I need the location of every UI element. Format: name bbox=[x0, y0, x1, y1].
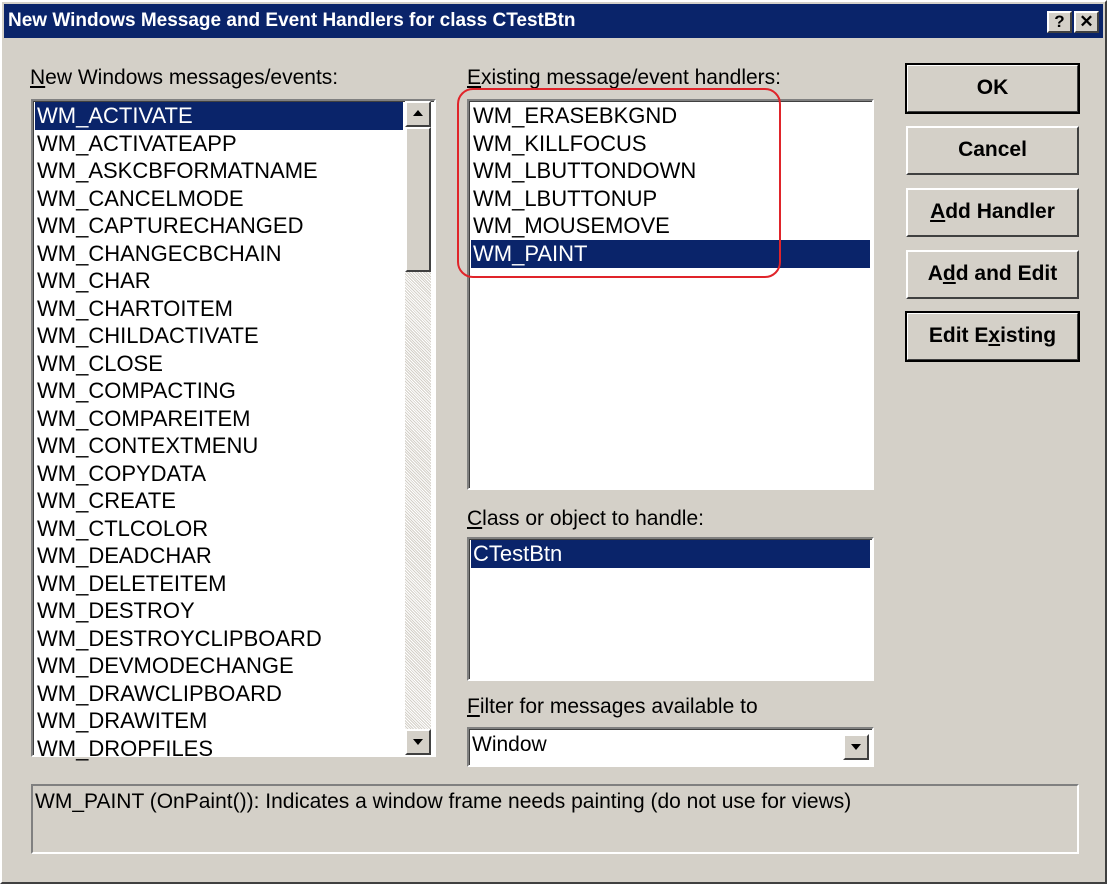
class-object-label-text: lass or object to handle: bbox=[482, 507, 704, 530]
list-item[interactable]: WM_CHILDACTIVATE bbox=[35, 322, 403, 350]
messages-label: New Windows messages/events: bbox=[30, 66, 338, 90]
add-and-edit-label: d and Edit bbox=[955, 262, 1058, 285]
list-item[interactable]: WM_CONTEXTMENU bbox=[35, 432, 403, 460]
help-button[interactable]: ? bbox=[1047, 11, 1072, 33]
filter-label: Filter for messages available to bbox=[467, 695, 758, 719]
list-item[interactable]: WM_LBUTTONUP bbox=[471, 185, 870, 213]
add-and-edit-label-pre: A bbox=[927, 262, 943, 285]
list-item[interactable]: WM_COMPAREITEM bbox=[35, 405, 403, 433]
dialog-window: New Windows Message and Event Handlers f… bbox=[0, 0, 1107, 884]
add-handler-mnemonic: A bbox=[930, 200, 946, 223]
edit-existing-button[interactable]: Edit Existing bbox=[905, 311, 1080, 362]
description-text: WM_PAINT (OnPaint()): Indicates a window… bbox=[35, 790, 852, 813]
handlers-label-mnemonic: E bbox=[467, 66, 482, 89]
list-item[interactable]: WM_ASKCBFORMATNAME bbox=[35, 157, 403, 185]
list-item[interactable]: WM_CHANGECBCHAIN bbox=[35, 240, 403, 268]
messages-label-text: ew Windows messages/events: bbox=[45, 66, 339, 89]
filter-dropdown-button[interactable] bbox=[843, 734, 869, 760]
filter-value: Window bbox=[472, 733, 547, 756]
chevron-down-icon bbox=[851, 744, 861, 750]
list-item[interactable]: WM_DESTROY bbox=[35, 597, 403, 625]
list-item[interactable]: WM_DEVMODECHANGE bbox=[35, 652, 403, 680]
list-item[interactable]: WM_LBUTTONDOWN bbox=[471, 157, 870, 185]
edit-existing-mnemonic: x bbox=[988, 324, 1001, 347]
description-panel: WM_PAINT (OnPaint()): Indicates a window… bbox=[31, 784, 1079, 854]
list-item[interactable]: CTestBtn bbox=[471, 540, 870, 568]
list-item[interactable]: WM_CLOSE bbox=[35, 350, 403, 378]
list-item[interactable]: WM_CHARTOITEM bbox=[35, 295, 403, 323]
list-item[interactable]: WM_CHAR bbox=[35, 267, 403, 295]
list-item[interactable]: WM_COPYDATA bbox=[35, 460, 403, 488]
class-object-listbox[interactable]: CTestBtn bbox=[467, 537, 874, 681]
list-item[interactable]: WM_ACTIVATEAPP bbox=[35, 130, 403, 158]
ok-button[interactable]: OK bbox=[905, 63, 1080, 114]
arrow-down-icon bbox=[413, 739, 423, 745]
list-item[interactable]: WM_MOUSEMOVE bbox=[471, 212, 870, 240]
handlers-label: Existing message/event handlers: bbox=[467, 66, 781, 90]
list-item[interactable]: WM_CREATE bbox=[35, 487, 403, 515]
list-item[interactable]: WM_KILLFOCUS bbox=[471, 130, 870, 158]
scroll-up-button[interactable] bbox=[405, 101, 431, 127]
edit-existing-label-pre: Edit E bbox=[928, 324, 989, 347]
class-object-label-mnemonic: C bbox=[467, 507, 483, 530]
list-item[interactable]: WM_CANCELMODE bbox=[35, 185, 403, 213]
messages-listbox[interactable]: WM_ACTIVATE WM_ACTIVATEAPP WM_ASKCBFORMATN… bbox=[31, 99, 436, 761]
add-handler-button[interactable]: Add Handler bbox=[906, 188, 1079, 237]
scroll-down-button[interactable] bbox=[405, 729, 431, 755]
arrow-up-icon bbox=[413, 110, 423, 116]
add-and-edit-mnemonic: d bbox=[942, 262, 956, 285]
add-handler-label: dd Handler bbox=[945, 200, 1055, 223]
filter-label-mnemonic: F bbox=[467, 695, 480, 718]
list-item[interactable]: WM_DROPFILES bbox=[35, 735, 403, 763]
scroll-thumb[interactable] bbox=[405, 127, 431, 272]
list-item[interactable]: WM_CAPTURECHANGED bbox=[35, 212, 403, 240]
messages-scrollbar[interactable] bbox=[405, 101, 431, 755]
list-item[interactable]: WM_DRAWCLIPBOARD bbox=[35, 680, 403, 708]
list-item[interactable]: WM_PAINT bbox=[471, 239, 870, 268]
handlers-label-text: xisting message/event handlers: bbox=[481, 66, 782, 89]
cancel-button[interactable]: Cancel bbox=[906, 126, 1079, 175]
list-item[interactable]: WM_DELETEITEM bbox=[35, 570, 403, 598]
list-item[interactable]: WM_DESTROYCLIPBOARD bbox=[35, 625, 403, 653]
list-item[interactable]: WM_DRAWITEM bbox=[35, 707, 403, 735]
window-title: New Windows Message and Event Handlers f… bbox=[8, 10, 576, 31]
list-item[interactable]: WM_DEADCHAR bbox=[35, 542, 403, 570]
list-item[interactable]: WM_ERASEBKGND bbox=[471, 102, 870, 130]
list-item[interactable]: WM_CTLCOLOR bbox=[35, 515, 403, 543]
close-button[interactable]: ✕ bbox=[1074, 11, 1099, 33]
class-object-label: Class or object to handle: bbox=[467, 507, 704, 531]
filter-label-text: ilter for messages available to bbox=[479, 695, 758, 718]
filter-combobox[interactable]: Window bbox=[467, 727, 874, 767]
list-item[interactable]: WM_COMPACTING bbox=[35, 377, 403, 405]
add-and-edit-button[interactable]: Add and Edit bbox=[906, 250, 1079, 299]
list-item[interactable]: WM_ACTIVATE bbox=[35, 102, 403, 130]
title-bar[interactable]: New Windows Message and Event Handlers f… bbox=[4, 4, 1103, 38]
messages-label-mnemonic: N bbox=[30, 66, 46, 89]
edit-existing-label: isting bbox=[1000, 324, 1057, 347]
handlers-listbox[interactable]: WM_ERASEBKGND WM_KILLFOCUS WM_LBUTTONDOWN W… bbox=[467, 99, 874, 490]
